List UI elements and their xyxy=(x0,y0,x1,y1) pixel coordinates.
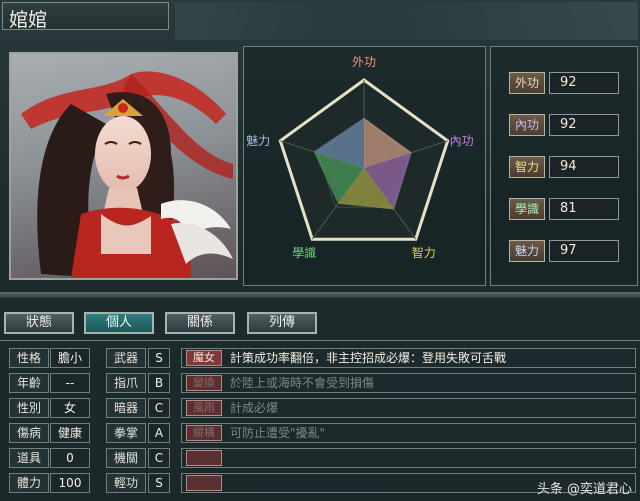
tab-relations[interactable]: 關係 xyxy=(165,312,235,334)
skill-row[interactable]: 風雨 計成必爆 xyxy=(181,398,636,418)
stat-value: 94 xyxy=(549,156,619,178)
watermark: 头条 @奕道君心 xyxy=(536,482,632,497)
skill-description: 於陸上或海時不會受到損傷 xyxy=(230,376,375,390)
attribute-radar-panel: 外功內功智力 學識 魅力 xyxy=(243,46,486,286)
skill-tag: 變換 xyxy=(186,375,222,391)
skill-tag: 縱橫 xyxy=(186,425,222,441)
skill-row[interactable]: 縱橫 可防止遭受"擾亂" xyxy=(181,423,636,443)
weapon-label: 暗器 xyxy=(106,398,146,418)
stat-value: 81 xyxy=(549,198,619,220)
radar-axis-label: 外功 xyxy=(352,55,376,69)
skill-row[interactable]: 魔女 計策成功率翻倍，非主控招成必爆：登用失敗可舌戰 xyxy=(181,348,636,368)
header-decoration xyxy=(175,2,638,40)
info-label-age: 年齡 xyxy=(9,373,49,393)
radar-axis-label: 智力 xyxy=(412,245,436,260)
weapon-label: 拳掌 xyxy=(106,423,146,443)
skill-row-empty xyxy=(181,448,636,468)
tab-personal[interactable]: 個人 xyxy=(84,312,154,334)
skill-description: 可防止遭受"擾亂" xyxy=(230,426,326,440)
info-value-age: -- xyxy=(50,373,90,393)
stat-label: 外功 xyxy=(509,72,545,94)
weapon-grade: S xyxy=(148,473,170,493)
stat-label: 學識 xyxy=(509,198,545,220)
weapon-grade: S xyxy=(148,348,170,368)
radar-axis-label: 內功 xyxy=(450,134,474,148)
section-divider xyxy=(0,292,640,298)
stat-value: 92 xyxy=(549,114,619,136)
character-name-box: 婠婠 xyxy=(2,2,169,31)
weapon-label: 武器 xyxy=(106,348,146,368)
stat-value: 97 xyxy=(549,240,619,262)
tab-status[interactable]: 狀態 xyxy=(4,312,74,334)
info-value-stamina: 100 xyxy=(50,473,90,493)
stat-label: 內功 xyxy=(509,114,545,136)
skill-description: 計成必爆 xyxy=(230,401,279,415)
weapon-grade: B xyxy=(148,373,170,393)
weapon-grade: C xyxy=(148,448,170,468)
info-value-items: 0 xyxy=(50,448,90,468)
skill-tag: 風雨 xyxy=(186,400,222,416)
attribute-stats-panel: 外功 92 內功 92 智力 94 學識 81 魅力 97 xyxy=(490,46,638,286)
info-label-personality: 性格 xyxy=(9,348,49,368)
skill-tag: 魔女 xyxy=(186,350,222,366)
info-value-personality: 膽小 xyxy=(50,348,90,368)
attribute-radar-chart: 外功內功智力 學識 魅力 xyxy=(246,55,474,260)
weapon-label: 輕功 xyxy=(106,473,146,493)
stat-value: 92 xyxy=(549,72,619,94)
info-label-items: 道具 xyxy=(9,448,49,468)
character-portrait xyxy=(9,52,238,280)
skill-description: 計策成功率翻倍，非主控招成必爆：登用失敗可舌戰 xyxy=(230,351,507,365)
stat-label: 魅力 xyxy=(509,240,545,262)
info-value-injury: 健康 xyxy=(50,423,90,443)
skill-tag-empty xyxy=(186,450,222,466)
weapon-label: 指爪 xyxy=(106,373,146,393)
stat-label: 智力 xyxy=(509,156,545,178)
radar-axis-label: 學識 xyxy=(292,246,316,260)
info-value-gender: 女 xyxy=(50,398,90,418)
weapon-label: 機關 xyxy=(106,448,146,468)
skill-tag-empty xyxy=(186,475,222,491)
info-label-stamina: 體力 xyxy=(9,473,49,493)
radar-axis-label: 魅力 xyxy=(246,133,270,148)
skill-row[interactable]: 變換 於陸上或海時不會受到損傷 xyxy=(181,373,636,393)
tab-biography[interactable]: 列傳 xyxy=(247,312,317,334)
info-label-injury: 傷病 xyxy=(9,423,49,443)
character-name: 婠婠 xyxy=(9,9,48,31)
info-label-gender: 性別 xyxy=(9,398,49,418)
weapon-grade: A xyxy=(148,423,170,443)
weapon-grade: C xyxy=(148,398,170,418)
